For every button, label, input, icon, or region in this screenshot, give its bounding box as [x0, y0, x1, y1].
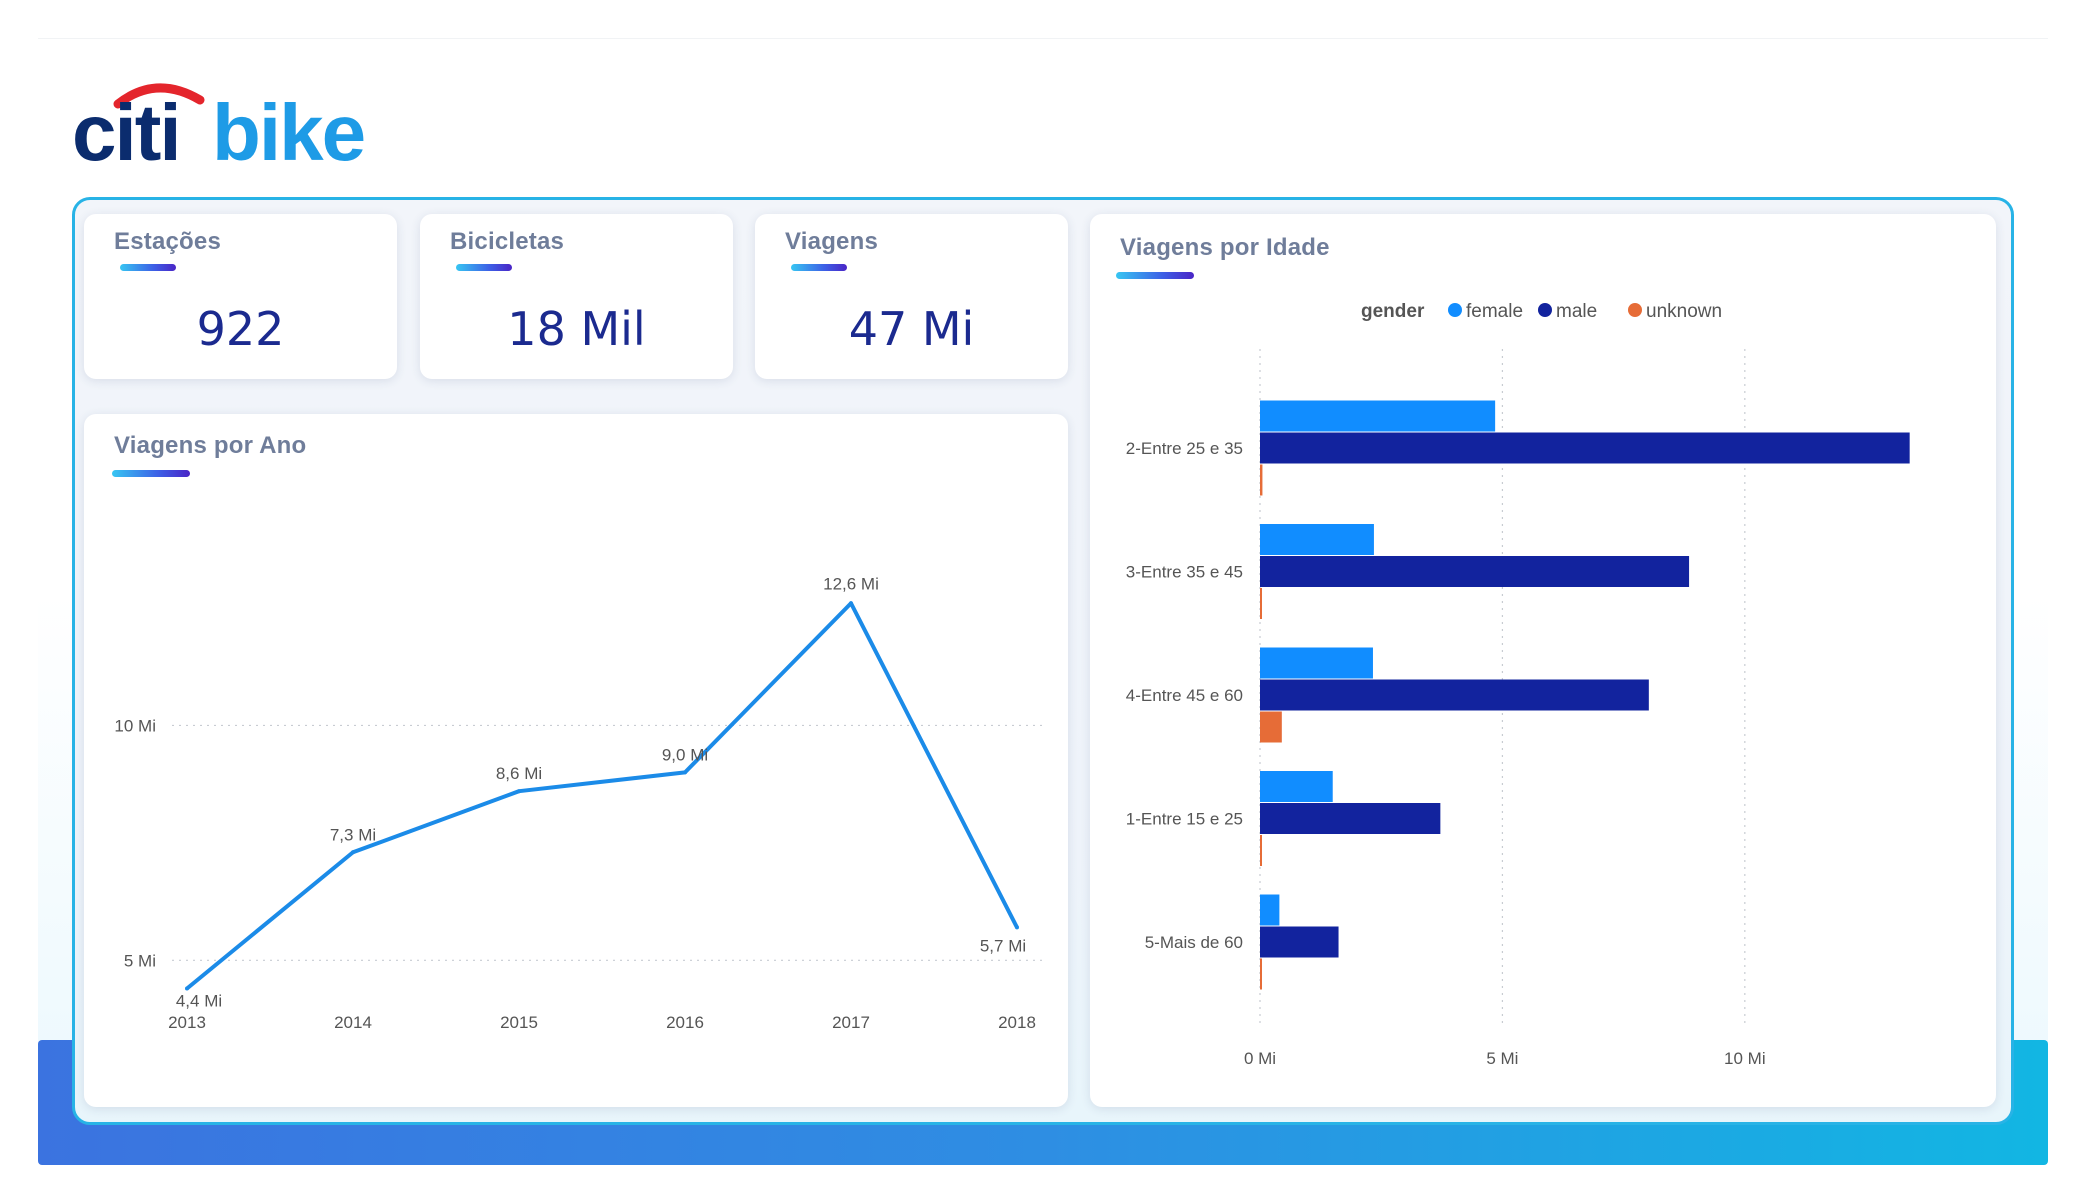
y-tick-label: 5 Mi — [124, 951, 156, 970]
citibike-logo: citi bike — [72, 83, 366, 168]
kpi-value: 922 — [196, 302, 285, 356]
kpi-title: Bicicletas — [450, 228, 565, 255]
x-tick-label: 10 Mi — [1724, 1049, 1766, 1068]
kpi-value: 47 Mi — [848, 302, 975, 356]
category-label: 2-Entre 25 e 35 — [1126, 439, 1243, 458]
x-tick-label: 5 Mi — [1486, 1049, 1518, 1068]
x-tick-label: 2016 — [666, 1013, 704, 1032]
kpi-card-trips: Viagens 47 Mi — [755, 214, 1068, 379]
bar-female — [1260, 400, 1496, 432]
line-chart: 5 Mi 10 Mi 2013 2014 2015 2016 2017 2018 4,4 Mi 7… — [114, 574, 1044, 1032]
bar-chart: gender female male unknown 0 Mi 5 Mi 10 Mi 2-En… — [1126, 301, 1910, 1068]
series-line — [185, 601, 1019, 991]
bar-unknown — [1260, 835, 1262, 866]
x-tick-label: 2013 — [168, 1013, 206, 1032]
kpi-card-stations: Estações 922 — [84, 214, 397, 379]
data-point — [849, 601, 853, 606]
data-label: 5,7 Mi — [980, 936, 1026, 955]
bar-male — [1260, 926, 1339, 958]
kpi-card-bikes: Bicicletas 18 Mil — [420, 214, 733, 379]
chart-card-trips-by-year: Viagens por Ano 5 Mi 10 Mi 2013 2014 2015 201… — [84, 414, 1068, 1107]
data-label: 8,6 Mi — [496, 764, 542, 783]
data-point — [351, 850, 355, 855]
bar-male — [1260, 803, 1441, 834]
x-tick-label: 2017 — [832, 1013, 870, 1032]
data-point — [1015, 925, 1019, 930]
bar-female — [1260, 647, 1373, 679]
bar-unknown — [1260, 711, 1282, 743]
logo-bike-text: bike — [212, 88, 364, 168]
legend-marker — [1448, 303, 1462, 317]
legend-label: male — [1556, 301, 1597, 322]
kpi-title: Estações — [114, 228, 221, 255]
bar-male — [1260, 679, 1649, 711]
y-tick-label: 10 Mi — [114, 716, 156, 735]
x-tick-label: 0 Mi — [1244, 1049, 1276, 1068]
category-label: 3-Entre 35 e 45 — [1126, 563, 1243, 582]
data-point — [185, 986, 189, 991]
data-label: 12,6 Mi — [823, 574, 879, 593]
category-label: 4-Entre 45 e 60 — [1126, 686, 1243, 705]
bar-male — [1260, 432, 1910, 464]
logo-citi-text: citi — [72, 88, 180, 168]
data-point — [683, 770, 687, 775]
x-tick-label: 2015 — [500, 1013, 538, 1032]
title-accent-bar — [456, 264, 512, 271]
kpi-title: Viagens — [785, 228, 879, 255]
legend-label: female — [1466, 301, 1523, 322]
bar-male — [1260, 556, 1690, 587]
title-accent-bar — [120, 264, 176, 271]
data-label: 4,4 Mi — [176, 992, 222, 1011]
bar-female — [1260, 771, 1333, 802]
bar-unknown — [1260, 464, 1263, 496]
bar-female — [1260, 524, 1374, 555]
legend-marker — [1628, 303, 1642, 317]
bar-unknown — [1260, 958, 1262, 990]
chart-legend: gender female male unknown — [1361, 301, 1722, 322]
chart-card-trips-by-age: Viagens por Idade gender female male unknow… — [1090, 214, 1996, 1107]
x-tick-label: 2018 — [998, 1013, 1036, 1032]
data-label: 9,0 Mi — [662, 745, 708, 764]
data-point — [517, 789, 521, 794]
title-accent-bar — [791, 264, 847, 271]
category-label: 1-Entre 15 e 25 — [1126, 810, 1243, 829]
category-label: 5-Mais de 60 — [1145, 933, 1243, 952]
kpi-value: 18 Mil — [507, 302, 646, 356]
legend-marker — [1538, 303, 1552, 317]
bar-unknown — [1260, 588, 1262, 619]
bar-female — [1260, 894, 1280, 926]
legend-label: unknown — [1646, 301, 1722, 322]
legend-title: gender — [1361, 301, 1425, 322]
x-tick-label: 2014 — [334, 1013, 372, 1032]
data-label: 7,3 Mi — [330, 825, 376, 844]
